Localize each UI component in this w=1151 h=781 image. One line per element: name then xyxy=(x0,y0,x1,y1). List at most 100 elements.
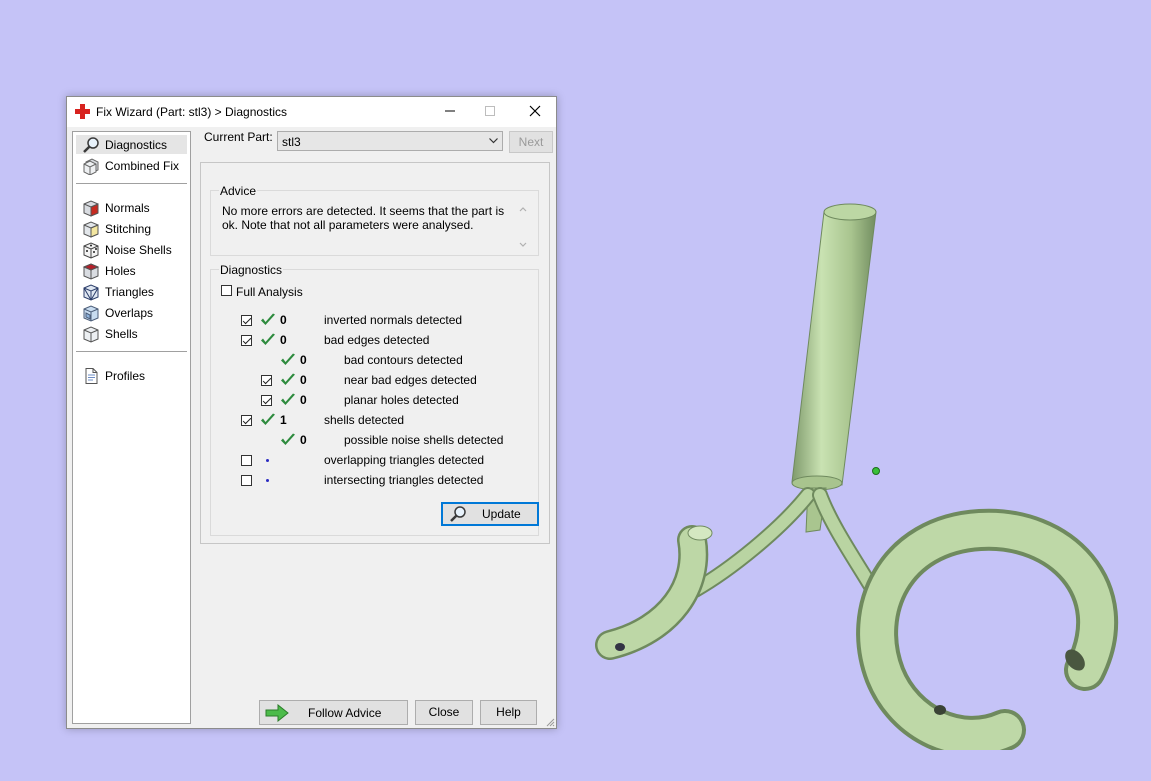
sidebar-item-noise-shells[interactable]: Noise Shells xyxy=(76,240,187,259)
model-3d-viewport[interactable] xyxy=(580,190,1120,750)
magnifier-icon xyxy=(83,137,99,153)
diagnostic-row: 0 near bad edges detected xyxy=(211,370,541,390)
check-ok-icon xyxy=(261,333,275,345)
cube-shells-icon xyxy=(83,326,99,343)
document-icon xyxy=(85,368,98,384)
follow-advice-button[interactable]: Follow Advice xyxy=(259,700,408,725)
help-button[interactable]: Help xyxy=(480,700,537,725)
row-count: 0 xyxy=(300,393,307,407)
minimize-button[interactable] xyxy=(435,101,465,123)
row-text: possible noise shells detected xyxy=(344,433,504,447)
sidebar-item-shells[interactable]: Shells xyxy=(76,324,187,343)
row-text: bad edges detected xyxy=(324,333,430,347)
resize-grip-icon[interactable] xyxy=(545,717,555,727)
sidebar-item-holes[interactable]: Holes xyxy=(76,261,187,280)
update-label: Update xyxy=(482,507,521,521)
minimize-icon xyxy=(445,110,455,112)
close-window-button[interactable] xyxy=(520,101,550,123)
sidebar-item-label: Normals xyxy=(105,201,150,215)
row-checkbox[interactable] xyxy=(241,475,252,486)
check-ok-icon xyxy=(281,373,295,385)
red-cross-icon xyxy=(75,104,90,119)
sidebar-item-label: Shells xyxy=(105,327,138,341)
diagnostic-row: 0 planar holes detected xyxy=(211,390,541,410)
follow-advice-label: Follow Advice xyxy=(308,706,382,720)
row-checkbox[interactable] xyxy=(261,395,272,406)
row-text: bad contours detected xyxy=(344,353,463,367)
diagnostic-row: intersecting triangles detected xyxy=(211,470,541,490)
sidebar-item-label: Diagnostics xyxy=(105,138,168,152)
sidebar-item-label: Noise Shells xyxy=(105,243,172,257)
title-bar[interactable]: Fix Wizard (Part: stl3) > Diagnostics xyxy=(67,97,556,127)
diagnostic-row: 0 bad contours detected xyxy=(211,350,541,370)
row-checkbox[interactable] xyxy=(241,335,252,346)
advice-group: Advice No more errors are detected. It s… xyxy=(210,184,539,256)
green-arrow-right-icon xyxy=(265,704,289,722)
cube-holes-icon xyxy=(82,263,100,280)
pending-dot-icon xyxy=(266,479,269,482)
row-checkbox[interactable] xyxy=(261,375,272,386)
current-part-label: Current Part: xyxy=(204,130,273,144)
sidebar-item-normals[interactable]: Normals xyxy=(76,198,187,217)
magnifier-icon xyxy=(450,506,466,522)
sidebar-item-label: Holes xyxy=(105,264,136,278)
row-text: shells detected xyxy=(324,413,405,427)
row-text: overlapping triangles detected xyxy=(324,453,485,467)
full-analysis-checkbox[interactable] xyxy=(221,285,232,296)
current-part-select[interactable]: stl3 xyxy=(277,131,503,151)
sidebar-divider xyxy=(76,183,187,184)
sidebar-item-label: Stitching xyxy=(105,222,152,236)
current-part-value: stl3 xyxy=(282,135,301,149)
fix-wizard-window: Fix Wizard (Part: stl3) > Diagnostics Di… xyxy=(66,96,557,729)
maximize-button[interactable] xyxy=(475,101,505,123)
sidebar-item-profiles[interactable]: Profiles xyxy=(76,366,187,385)
sidebar-item-diagnostics[interactable]: Diagnostics xyxy=(76,135,187,154)
row-text: near bad edges detected xyxy=(344,373,477,387)
chevron-down-icon xyxy=(489,138,498,144)
full-analysis-label: Full Analysis xyxy=(236,285,303,299)
row-count: 0 xyxy=(300,433,307,447)
diagnostic-row: 1 shells detected xyxy=(211,410,541,430)
sidebar-item-triangles[interactable]: Triangles xyxy=(76,282,187,301)
diagnostic-row: 0 possible noise shells detected xyxy=(211,430,541,450)
sidebar-item-stitching[interactable]: Stitching xyxy=(76,219,187,238)
sidebar-item-label: Triangles xyxy=(105,285,154,299)
window-title: Fix Wizard (Part: stl3) > Diagnostics xyxy=(96,105,288,119)
close-button[interactable]: Close xyxy=(415,700,473,725)
diagnostic-row: 0 bad edges detected xyxy=(211,330,541,350)
diagnostic-row: 0 inverted normals detected xyxy=(211,310,541,330)
check-ok-icon xyxy=(281,433,295,445)
sidebar-item-overlaps[interactable]: Overlaps xyxy=(76,303,187,322)
sidebar-divider xyxy=(76,351,187,352)
sidebar-item-label: Combined Fix xyxy=(105,159,180,173)
diagnostics-legend: Diagnostics xyxy=(219,263,284,277)
maximize-icon xyxy=(485,106,495,116)
wizard-sidebar: Diagnostics Combined Fix Normals Stitchi… xyxy=(72,131,191,724)
next-button[interactable]: Next xyxy=(509,131,553,153)
3d-model-part xyxy=(595,203,1118,750)
sidebar-item-combined-fix[interactable]: Combined Fix xyxy=(76,156,187,175)
row-count: 0 xyxy=(280,333,287,347)
cube-normals-icon xyxy=(83,200,99,217)
row-count: 0 xyxy=(300,353,307,367)
row-checkbox[interactable] xyxy=(241,315,252,326)
row-count: 1 xyxy=(280,413,287,427)
check-ok-icon xyxy=(281,393,295,405)
diagnostic-row: overlapping triangles detected xyxy=(211,450,541,470)
check-ok-icon xyxy=(261,313,275,325)
dice-icon xyxy=(83,242,99,259)
cube-overlaps-icon xyxy=(83,305,99,322)
row-text: inverted normals detected xyxy=(324,313,463,327)
sidebar-item-label: Overlaps xyxy=(105,306,154,320)
cube-combined-icon xyxy=(83,158,99,175)
row-text: planar holes detected xyxy=(344,393,459,407)
row-count: 0 xyxy=(300,373,307,387)
row-checkbox[interactable] xyxy=(241,455,252,466)
advice-text: No more errors are detected. It seems th… xyxy=(222,204,505,232)
sidebar-item-label: Profiles xyxy=(105,369,146,383)
row-text: intersecting triangles detected xyxy=(324,473,484,487)
update-button[interactable]: Update xyxy=(441,502,539,526)
row-checkbox[interactable] xyxy=(241,415,252,426)
check-ok-icon xyxy=(261,413,275,425)
advice-scrollbar[interactable] xyxy=(517,204,529,250)
